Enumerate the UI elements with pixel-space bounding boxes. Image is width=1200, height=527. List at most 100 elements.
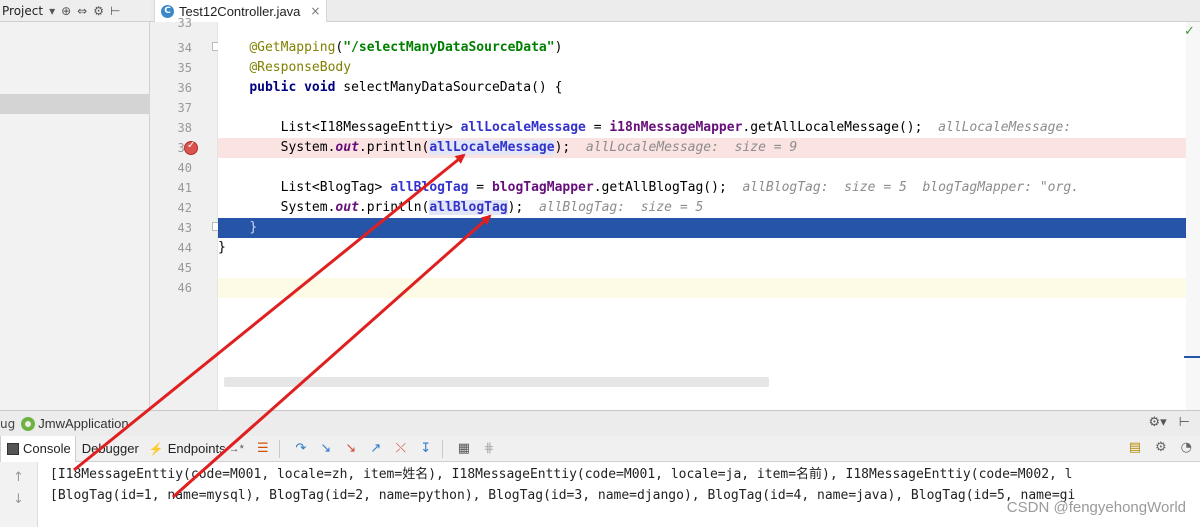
code-line-46-caret xyxy=(218,278,1186,298)
code-line-36: public void selectManyDataSourceData() { xyxy=(218,78,1186,98)
method-signature: selectManyDataSourceData() { xyxy=(335,80,563,95)
debug-tool-window-label[interactable]: ug xyxy=(0,417,15,431)
inline-debug-value[interactable]: allLocaleMessage: size = 9 xyxy=(586,140,797,155)
step-over-icon[interactable]: ↷ xyxy=(291,439,311,459)
editor-gutter[interactable]: 33 34 35 36 37 38 39 40 41 42 43 44 45 4… xyxy=(150,16,220,410)
closing-brace: } xyxy=(249,220,258,235)
spring-boot-icon xyxy=(21,416,36,431)
type-token: List<BlogTag> xyxy=(280,180,391,195)
endpoints-pin[interactable]: →* xyxy=(229,443,244,455)
toolbar-divider xyxy=(278,439,280,458)
field-token: i18nMessageMapper xyxy=(609,120,743,135)
editor-tab-label: Test12Controller.java xyxy=(179,3,301,19)
arrow-down-icon[interactable]: ↓ xyxy=(13,492,24,507)
drop-frame-icon[interactable]: ⤬ xyxy=(391,439,411,459)
code-line-44: } xyxy=(218,238,1186,258)
scrollbar-execution-marker xyxy=(1184,356,1200,358)
code-line-39: System.out.println(allLocaleMessage); al… xyxy=(218,138,1186,158)
local-variable: allBlogTag xyxy=(390,180,469,195)
tab-debugger[interactable]: Debugger xyxy=(76,436,143,462)
debug-session-tab[interactable]: JmwApplication xyxy=(38,416,128,431)
punctuation-token: = xyxy=(585,120,610,135)
line-number: 45 xyxy=(177,261,192,275)
local-variable: allLocaleMessage xyxy=(460,120,586,135)
breakpoint-icon[interactable] xyxy=(184,140,198,155)
debug-tool-window-header: ug JmwApplication ⚙▾ ⊢ xyxy=(0,410,1200,436)
chevron-down-icon[interactable]: ▾ xyxy=(49,4,55,18)
punctuation-token: ); xyxy=(507,200,524,215)
type-token: List<I18MessageEnttiy> xyxy=(280,120,461,135)
editor-tab-bar: C Test12Controller.java × xyxy=(150,0,1200,22)
console-line: [I18MessageEnttiy(code=M001, locale=zh, … xyxy=(50,467,1073,482)
project-panel-title[interactable]: Project xyxy=(2,4,43,18)
endpoints-icon: ⚡ xyxy=(148,441,164,456)
vertical-scrollbar[interactable] xyxy=(1186,22,1200,410)
tab-console-label: Console xyxy=(23,441,71,456)
inline-debug-value[interactable]: allBlogTag: size = 5 xyxy=(539,200,703,215)
keyword-token: void xyxy=(304,80,336,95)
code-line-38: List<I18MessageEnttiy> allLocaleMessage … xyxy=(218,118,1186,138)
line-number: 46 xyxy=(177,281,192,295)
punctuation-token: ) xyxy=(554,40,563,55)
console-icon xyxy=(7,442,19,455)
code-line-34: @GetMapping("/selectManyDataSourceData") xyxy=(218,38,1186,58)
line-number: 43 xyxy=(177,221,192,235)
punctuation-token: = xyxy=(468,180,492,195)
close-icon[interactable]: × xyxy=(310,4,320,18)
line-number: 44 xyxy=(177,241,192,255)
project-tree-selected-row[interactable] xyxy=(0,94,150,114)
local-variable-highlighted: allLocaleMessage xyxy=(429,140,555,155)
class-token: System. xyxy=(280,140,336,155)
target-icon[interactable]: ⊕ xyxy=(61,4,71,18)
arrow-up-icon[interactable]: ↑ xyxy=(13,470,24,485)
tab-endpoints[interactable]: ⚡ Endpoints →* xyxy=(143,436,248,462)
code-line-41: List<BlogTag> allBlogTag = blogTagMapper… xyxy=(218,178,1186,198)
inline-debug-value[interactable]: allLocaleMessage: xyxy=(938,120,1071,135)
tab-debugger-label: Debugger xyxy=(81,441,139,456)
static-field-token: out xyxy=(335,200,359,215)
string-literal: "/selectManyDataSourceData" xyxy=(343,40,555,55)
keyword-token: public xyxy=(249,80,297,95)
project-tree[interactable] xyxy=(0,22,150,410)
line-number: 33 xyxy=(177,16,192,30)
code-line-42: System.out.println(allBlogTag); allBlogT… xyxy=(218,198,1186,218)
line-number: 34 xyxy=(177,41,192,55)
step-out-icon[interactable]: ↗ xyxy=(366,439,386,459)
hide-icon[interactable]: ⊢ xyxy=(110,4,120,18)
method-call: .getAllLocaleMessage(); xyxy=(742,120,923,135)
inspection-ok-icon[interactable]: ✓ xyxy=(1184,24,1195,39)
code-line-43-execution-point: } xyxy=(218,218,1186,238)
method-call: .println( xyxy=(358,200,430,215)
hide-icon[interactable]: ⊢ xyxy=(1179,415,1190,430)
force-step-into-icon[interactable]: ↘ xyxy=(341,439,361,459)
console-gutter: ↑ ↓ xyxy=(0,462,38,527)
closing-brace: } xyxy=(218,240,226,255)
project-panel: Project ▾ ⊕ ⇔ ⚙ ⊢ xyxy=(0,0,150,410)
local-variable-highlighted: allBlogTag xyxy=(429,200,508,215)
show-execution-point-icon[interactable]: ☰ xyxy=(253,439,273,459)
line-number: 42 xyxy=(177,201,192,215)
line-number: 40 xyxy=(177,161,192,175)
tab-console[interactable]: Console xyxy=(0,435,76,462)
watermark: CSDN @fengyehongWorld xyxy=(1006,499,1186,516)
annotation-token: @GetMapping xyxy=(249,40,336,55)
gear-icon[interactable]: ⚙ xyxy=(93,4,104,18)
console-output[interactable]: [I18MessageEnttiy(code=M001, locale=zh, … xyxy=(38,462,1200,527)
code-editor[interactable]: @GetMapping("/selectManyDataSourceData")… xyxy=(218,22,1186,410)
hide-icon[interactable]: ◔ xyxy=(1181,440,1192,455)
horizontal-scrollbar[interactable] xyxy=(224,377,769,387)
trace-icon[interactable]: ⋕ xyxy=(479,439,499,459)
field-token: blogTagMapper xyxy=(491,180,594,195)
method-call: .getAllBlogTag(); xyxy=(593,180,727,195)
step-into-icon[interactable]: ↘ xyxy=(316,439,336,459)
line-number: 35 xyxy=(177,61,192,75)
settings-icon[interactable]: ⚙ xyxy=(1155,440,1167,455)
method-call: .println( xyxy=(358,140,430,155)
run-to-cursor-icon[interactable]: ↧ xyxy=(416,439,436,459)
line-number: 41 xyxy=(177,181,192,195)
gear-icon[interactable]: ⚙▾ xyxy=(1148,415,1166,430)
inline-debug-value[interactable]: allBlogTag: size = 5 blogTagMapper: "org… xyxy=(742,180,1079,195)
collapse-icon[interactable]: ⇔ xyxy=(77,4,87,18)
restore-layout-icon[interactable]: ▤ xyxy=(1129,440,1141,455)
evaluate-icon[interactable]: ▦ xyxy=(454,439,474,459)
